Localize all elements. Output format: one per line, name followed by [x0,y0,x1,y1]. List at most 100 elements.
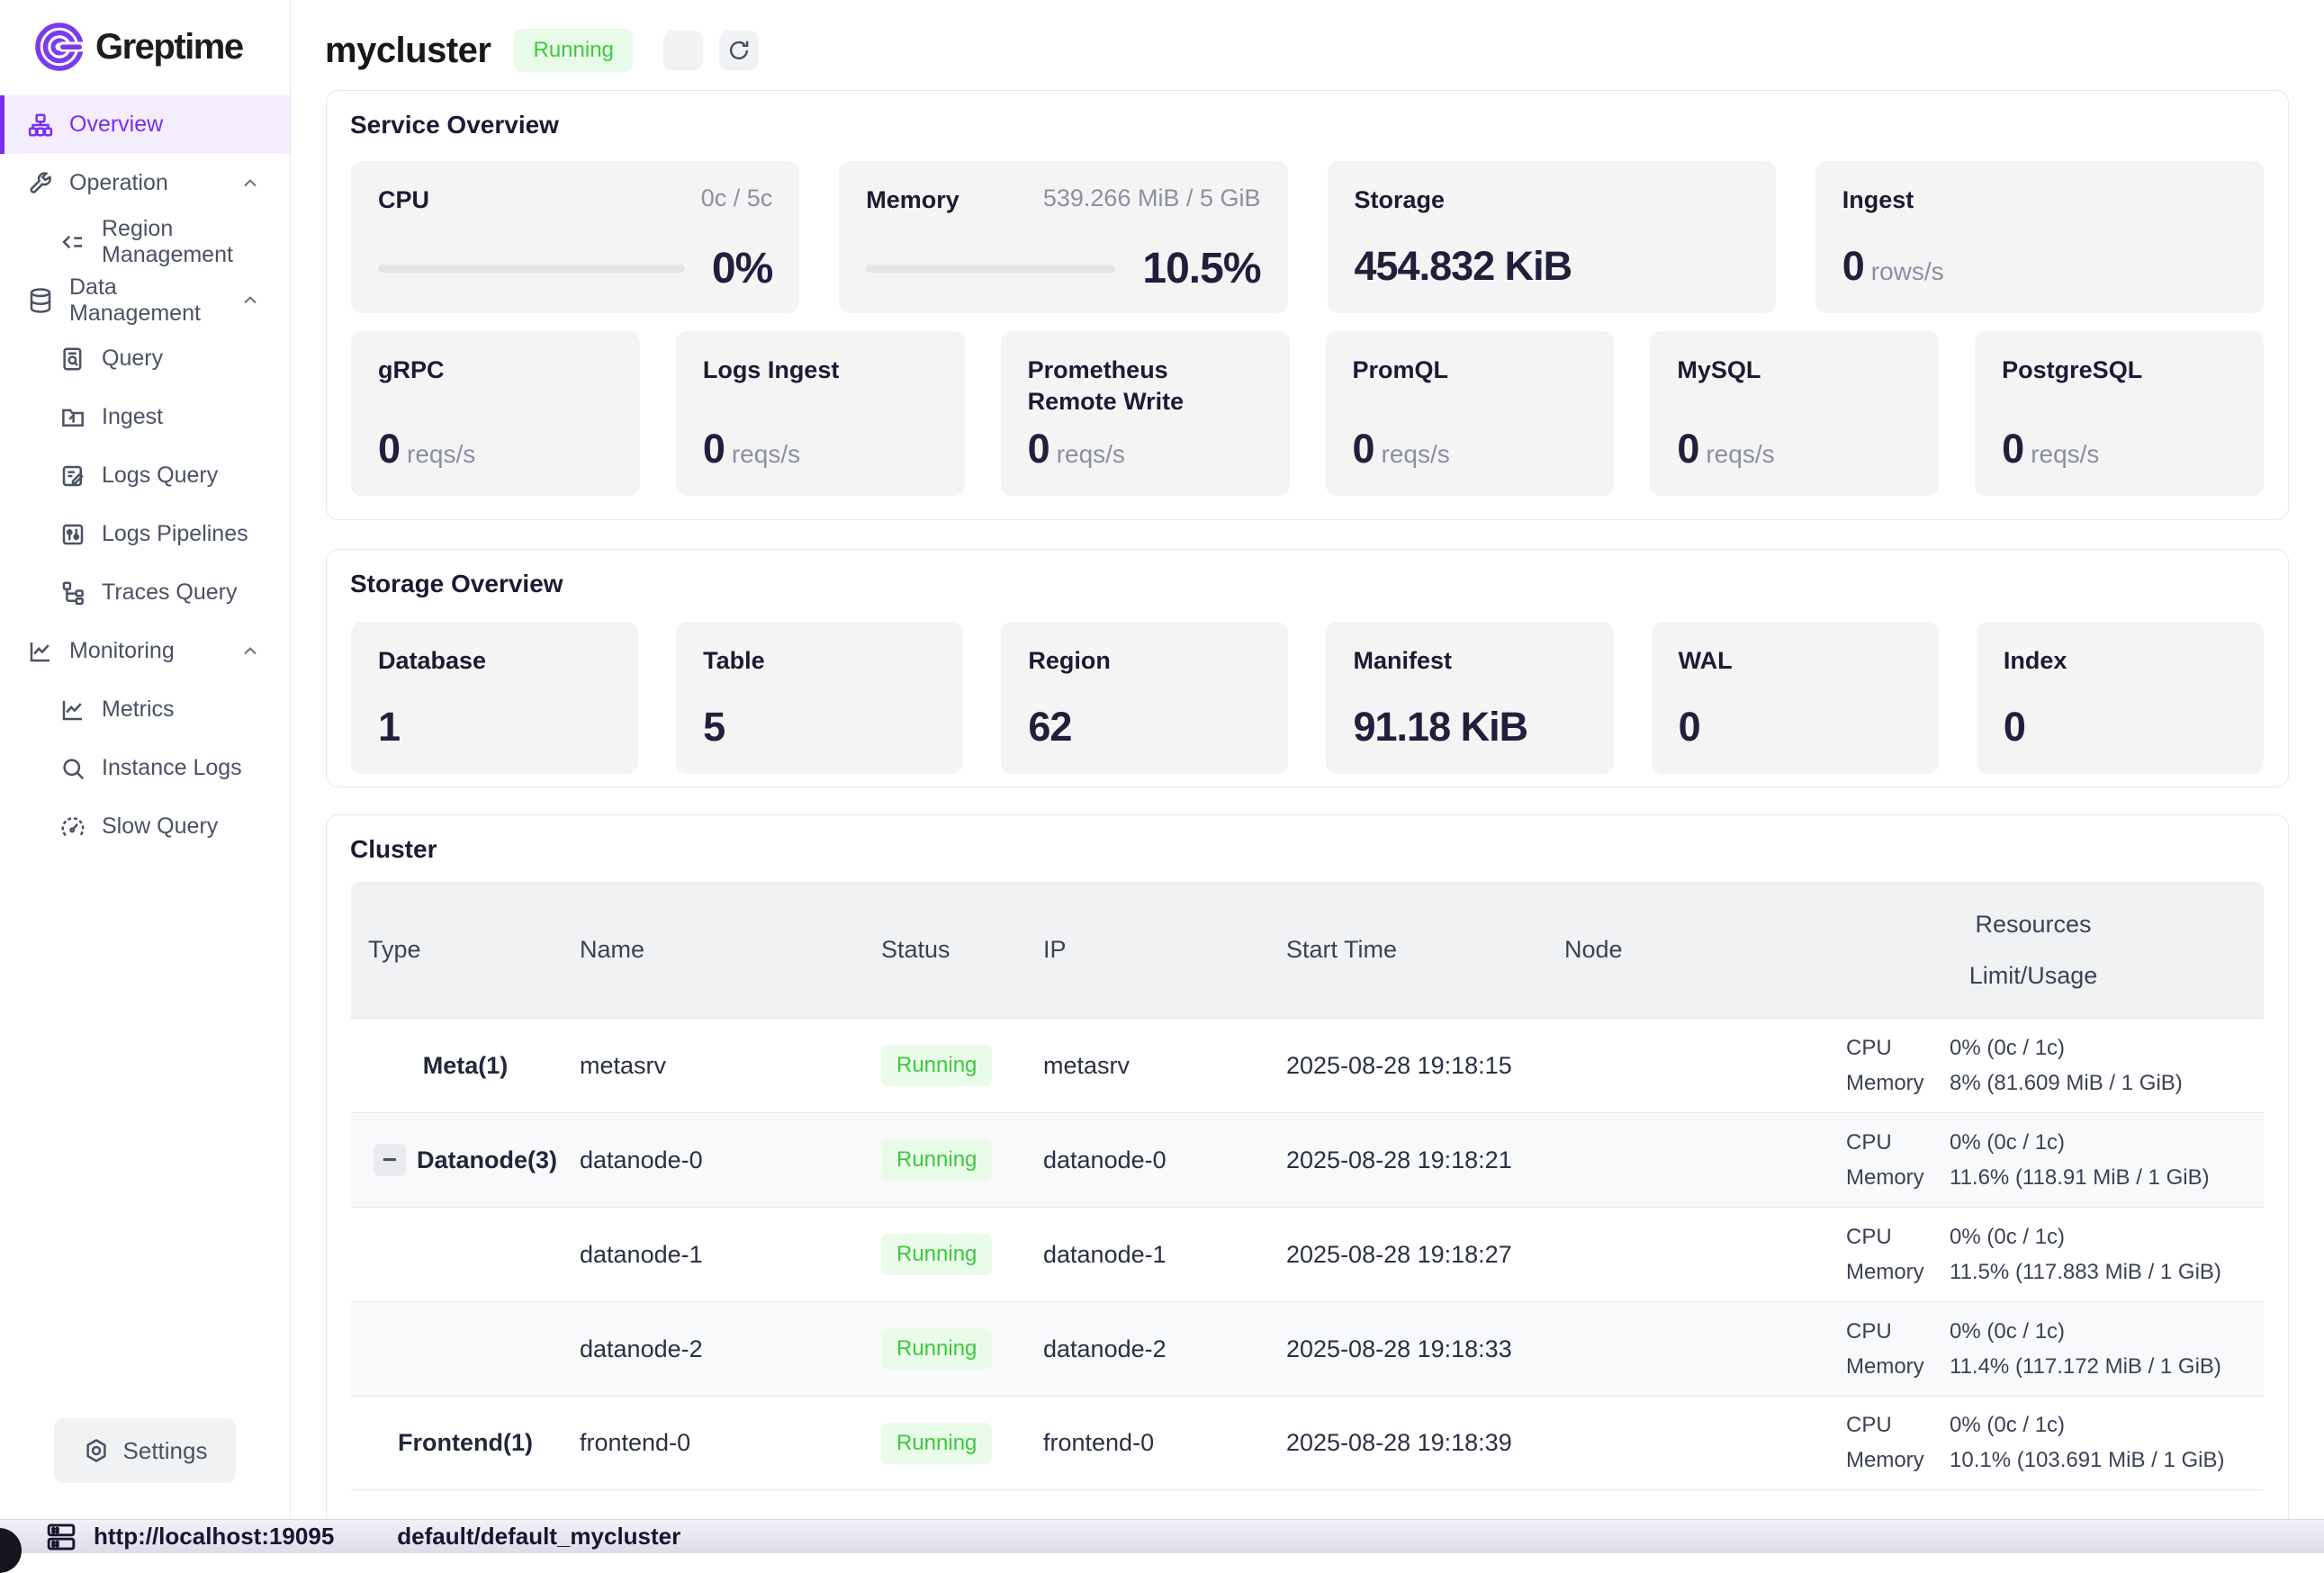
table-row-frontend: Frontend(1) frontend-0 Running frontend-… [351,1396,2264,1490]
sidebar-item-traces-query[interactable]: Traces Query [0,563,290,622]
logs-ingest-value: 0 [703,426,725,472]
promql-card: PromQL 0 reqs/s [1326,331,1615,496]
cpu-usage: 0% (0c / 1c) [1950,1130,2265,1155]
current-database[interactable]: default/default_mycluster [397,1523,680,1551]
ingest-label: Ingest [1842,184,1914,216]
status-badge: Running [881,1328,992,1370]
refresh-button[interactable] [719,31,759,70]
cluster-action-button[interactable] [663,31,703,70]
row-name: datanode-0 [580,1146,881,1174]
greptime-logo: Greptime [0,0,290,92]
wal-value: 0 [1679,704,1700,750]
memory-detail: 539.266 MiB / 5 GiB [1043,184,1261,212]
sidebar-item-data-management[interactable]: Data Management [0,271,290,329]
storage-value: 454.832 KiB [1355,243,1572,289]
cpu-label: CPU [378,184,429,216]
prometheus-remote-write-label: Prometheus Remote Write [1028,356,1185,415]
region-label: Region [1028,647,1111,674]
col-limit-usage-label: Limit/Usage [1969,962,2098,990]
sidebar-item-logs-pipelines[interactable]: Logs Pipelines [0,505,290,563]
settings-nut-icon [83,1437,110,1464]
sidebar-item-region-management[interactable]: Region Management [0,212,290,271]
settings-label: Settings [123,1437,208,1465]
sidebar-item-metrics[interactable]: Metrics [0,680,290,739]
row-resources: CPU0% (0c / 1c) Memory11.6% (118.91 MiB … [1801,1130,2265,1191]
memory-label: Memory [866,184,959,216]
sidebar-item-monitoring[interactable]: Monitoring [0,622,290,680]
row-ip: datanode-2 [1043,1335,1286,1363]
row-ip: frontend-0 [1043,1429,1286,1457]
mysql-value: 0 [1677,426,1698,472]
sidebar-item-operation[interactable]: Operation [0,154,290,212]
row-ip: datanode-0 [1043,1146,1286,1174]
page-header: mycluster Running [292,0,2324,72]
sidebar-item-label: Instance Logs [102,755,242,781]
status-badge: Running [881,1045,992,1086]
status-badge: Running [881,1423,992,1464]
manifest-card: Manifest 91.18 KiB [1326,622,1613,774]
cpu-usage: 0% (0c / 1c) [1950,1319,2265,1344]
cluster-table: Type Name Status IP Start Time Node Reso… [351,882,2264,1490]
prometheus-remote-write-value: 0 [1028,426,1049,472]
logs-ingest-label: Logs Ingest [703,356,840,383]
sliders-icon [59,521,86,548]
service-overview-panel: Service Overview CPU 0c / 5c 0% Memory 5… [326,90,2289,520]
row-name: frontend-0 [580,1429,881,1457]
cpu-percent: 0% [712,244,772,293]
col-ip: IP [1043,936,1286,964]
row-name: metasrv [580,1052,881,1080]
prometheus-remote-write-unit: reqs/s [1057,440,1125,468]
row-ip: metasrv [1043,1052,1286,1080]
region-value: 62 [1028,704,1071,750]
rate-cards-row: gRPC 0reqs/s Logs Ingest 0 reqs/s Prometh… [351,331,2264,496]
minus-icon: − [383,1147,397,1173]
sidebar-item-overview[interactable]: Overview [0,95,290,154]
prometheus-remote-write-card: Prometheus Remote Write 0 reqs/s [1001,331,1290,496]
document-edit-icon [59,463,86,490]
chevron-up-icon[interactable] [239,173,261,194]
sidebar-item-query[interactable]: Query [0,329,290,388]
chevron-up-icon[interactable] [239,641,261,662]
cpu-progress-track [378,265,685,273]
search-icon [59,755,86,782]
endpoint-url[interactable]: http://localhost:19095 [94,1523,334,1551]
region-merge-icon [59,229,86,256]
sidebar-item-ingest[interactable]: Ingest [0,388,290,446]
sidebar-item-label: Query [102,346,163,372]
memory-row-label: Memory [1846,1260,1950,1285]
document-search-icon [59,346,86,373]
sidebar-item-slow-query[interactable]: Slow Query [0,797,290,856]
chevron-up-icon[interactable] [239,290,261,311]
sidebar-item-instance-logs[interactable]: Instance Logs [0,739,290,797]
row-type: Frontend(1) [351,1429,580,1457]
grpc-card: gRPC 0reqs/s [351,331,640,496]
mysql-card: MySQL 0 reqs/s [1650,331,1939,496]
collapse-datanode-button[interactable]: − [374,1144,406,1176]
row-type: Meta(1) [351,1052,580,1080]
settings-button[interactable]: Settings [54,1418,236,1483]
status-badge: Running [881,1139,992,1181]
brand-name: Greptime [95,27,243,67]
wrench-icon [27,170,54,197]
server-icon [45,1523,77,1551]
database-value: 1 [378,704,400,750]
table-value: 5 [703,704,725,750]
postgresql-value: 0 [2002,426,2023,472]
sidebar-item-label: Ingest [102,404,163,430]
mysql-unit: reqs/s [1706,440,1774,468]
row-start-time: 2025-08-28 19:18:33 [1286,1335,1564,1363]
promql-value: 0 [1353,426,1374,472]
database-card: Database 1 [351,622,638,774]
refresh-icon [726,38,752,63]
manifest-label: Manifest [1353,647,1452,674]
region-card: Region 62 [1001,622,1288,774]
sidebar-item-label: Data Management [69,274,224,327]
mysql-label: MySQL [1677,356,1761,383]
sidebar-item-logs-query[interactable]: Logs Query [0,446,290,505]
wal-card: WAL 0 [1652,622,1939,774]
col-node: Node [1564,936,1801,964]
postgresql-unit: reqs/s [2031,440,2099,468]
promql-label: PromQL [1353,356,1449,383]
promql-unit: reqs/s [1382,440,1450,468]
main-content: mycluster Running Service Overview CPU 0… [292,0,2324,1519]
